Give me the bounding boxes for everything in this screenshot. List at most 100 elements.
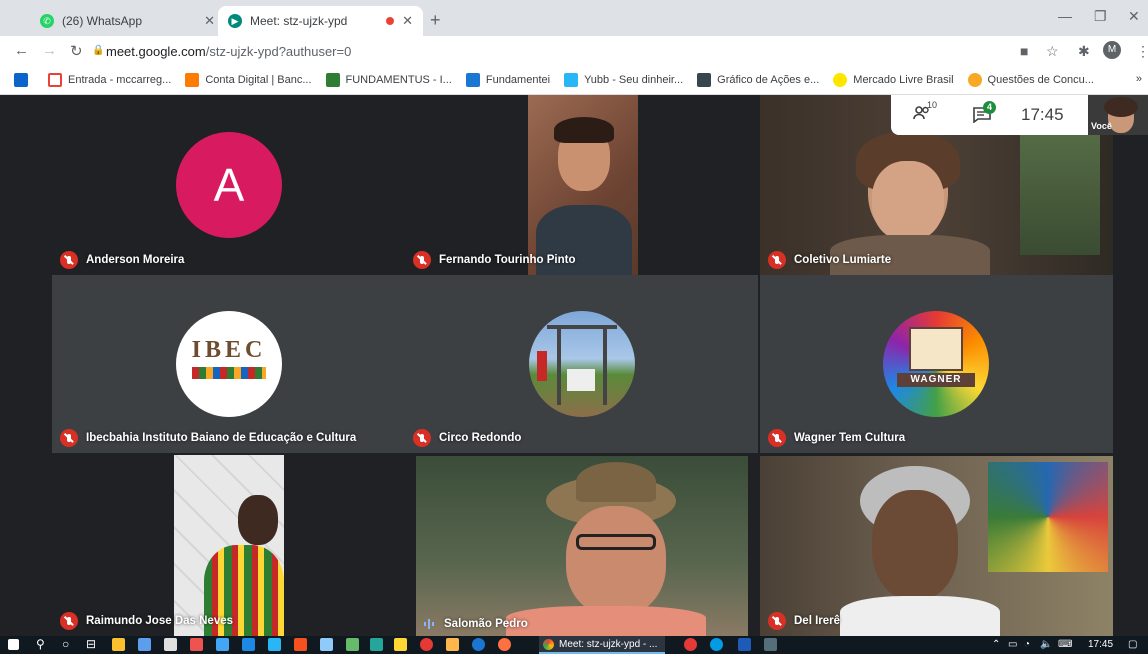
bookmark-label: Yubb - Seu dinheir... [584, 74, 684, 86]
close-window-button[interactable]: ✕ [1128, 8, 1140, 25]
notifications-icon[interactable]: ▢ [1128, 639, 1137, 650]
minimize-button[interactable]: — [1058, 8, 1072, 24]
extensions-icon[interactable]: ✱ [1078, 43, 1090, 60]
browser-tab-strip: ✆ (26) WhatsApp ✕ ▶ Meet: stz-ujzk-ypd ✕… [0, 0, 1148, 36]
edge-icon[interactable] [472, 638, 485, 651]
restore-button[interactable]: ❐ [1094, 8, 1107, 25]
participant-name: Fernando Tourinho Pinto [439, 254, 576, 266]
participant-tile[interactable]: IBEC Ibecbahia Instituto Baiano de Educa… [52, 275, 405, 453]
file-explorer-icon[interactable] [394, 638, 407, 651]
tray-chevron-icon[interactable]: ⌃ [992, 639, 1000, 650]
windows-start-icon[interactable] [8, 639, 19, 650]
address-bar[interactable]: meet.google.com/stz-ujzk-ypd?authuser=0 [106, 44, 351, 59]
participant-name-tag: Coletivo Lumiarte [768, 251, 891, 269]
participant-name: Wagner Tem Cultura [794, 432, 906, 444]
app-icon[interactable] [138, 638, 151, 651]
store-icon[interactable] [164, 638, 177, 651]
app-icon[interactable] [294, 638, 307, 651]
screen: ✆ (26) WhatsApp ✕ ▶ Meet: stz-ujzk-ypd ✕… [0, 0, 1148, 654]
app-icon[interactable] [216, 638, 229, 651]
chrome-icon [543, 638, 554, 650]
search-icon[interactable]: ⚲ [36, 637, 45, 651]
participant-name-tag: Raimundo Jose Das Neves [60, 612, 233, 630]
participant-name: Del Irerê [794, 615, 841, 627]
taskbar-clock[interactable]: 17:45 [1088, 639, 1113, 650]
firefox-icon[interactable] [498, 638, 511, 651]
volume-icon[interactable]: 🔈 [1040, 639, 1052, 650]
mic-off-icon [768, 612, 786, 630]
meet-grid: A Anderson Moreira Fernando Tourinho Pin… [0, 95, 1148, 636]
recording-icon [386, 17, 395, 25]
participants-button[interactable]: 10 [913, 100, 937, 125]
profile-avatar[interactable]: M [1103, 41, 1121, 59]
url-path: /stz-ujzk-ypd?authuser=0 [205, 44, 352, 59]
app-icon[interactable] [346, 638, 359, 651]
app-icon[interactable] [370, 638, 383, 651]
gmail-icon [48, 73, 62, 87]
windows-taskbar: ⚲ ○ ⊟ Meet: stz-ujzk-ypd - ... ⌃ ▭ ◔ 🔈 ⌨… [0, 636, 1148, 654]
participant-name: Circo Redondo [439, 432, 522, 444]
more-bookmarks-button[interactable]: » [1136, 73, 1142, 85]
participant-name: Coletivo Lumiarte [794, 254, 892, 266]
taskbar-window-title: Meet: stz-ujzk-ypd - ... [559, 638, 658, 650]
forward-button[interactable]: → [42, 42, 57, 59]
app-icon[interactable] [446, 638, 459, 651]
tab-meet[interactable]: ▶ Meet: stz-ujzk-ypd ✕ [218, 6, 423, 36]
participant-tile[interactable]: WAGNER Wagner Tem Cultura [760, 275, 1113, 453]
new-tab-button[interactable]: + [430, 10, 441, 31]
keyboard-icon[interactable]: ⌨ [1058, 639, 1072, 650]
bookmark-fundamentei[interactable]: Fundamentei [465, 73, 550, 87]
back-button[interactable]: ← [14, 42, 29, 59]
participant-name: Anderson Moreira [86, 254, 185, 266]
chat-button[interactable]: 4 [973, 101, 996, 124]
sticky-notes-icon[interactable] [112, 638, 125, 651]
bookmark-graficos[interactable]: Gráfico de Ações e... [697, 73, 819, 87]
app-icon[interactable] [764, 638, 777, 651]
mic-off-icon [60, 612, 78, 630]
menu-icon[interactable]: ⋮ [1136, 43, 1148, 60]
bookmark-yubb[interactable]: Yubb - Seu dinheir... [564, 73, 683, 87]
video-feed [528, 95, 638, 275]
skype-icon[interactable] [710, 638, 723, 651]
bookmark-mercadolivre[interactable]: Mercado Livre Brasil [833, 73, 954, 87]
participant-name-tag: Salomão Pedro [424, 618, 528, 630]
yubb-icon [564, 73, 579, 87]
participant-tile[interactable]: Raimundo Jose Das Neves [52, 453, 405, 636]
opera-icon[interactable] [684, 638, 697, 651]
cortana-icon[interactable]: ○ [62, 637, 69, 651]
inter-icon [185, 73, 200, 87]
camera-icon[interactable]: ■ [1020, 43, 1028, 59]
self-view[interactable]: Você [1088, 95, 1148, 135]
bookmark-banco[interactable]: Conta Digital | Banc... [185, 73, 312, 87]
reload-button[interactable]: ↻ [70, 42, 83, 60]
bookmark-label: Entrada - mccarreg... [68, 74, 172, 86]
participant-tile[interactable]: Del Irerê [760, 456, 1113, 636]
close-icon[interactable]: ✕ [402, 13, 413, 29]
tab-whatsapp[interactable]: ✆ (26) WhatsApp ✕ [30, 6, 225, 36]
bookmark-outlook[interactable] [14, 73, 34, 87]
star-icon[interactable]: ☆ [1046, 43, 1059, 60]
participant-tile[interactable]: Circo Redondo [405, 275, 758, 453]
app-icon[interactable] [242, 638, 255, 651]
participant-tile[interactable]: A Anderson Moreira [52, 95, 405, 275]
bookmark-fundamentus[interactable]: FUNDAMENTUS - I... [325, 73, 452, 87]
participant-tile[interactable]: Fernando Tourinho Pinto [405, 95, 758, 275]
task-view-icon[interactable]: ⊟ [86, 637, 96, 651]
taskbar-chrome-window[interactable]: Meet: stz-ujzk-ypd - ... [539, 636, 665, 654]
circo-photo [529, 311, 635, 417]
bookmark-label: Mercado Livre Brasil [853, 74, 954, 86]
bookmark-questoes[interactable]: Questões de Concu... [967, 73, 1094, 87]
word-icon[interactable] [738, 638, 751, 651]
app-icon[interactable] [320, 638, 333, 651]
tab-title: Meet: stz-ujzk-ypd [250, 14, 348, 28]
logo-text: WAGNER [897, 373, 975, 387]
battery-icon: ▭ [1008, 639, 1018, 650]
close-icon[interactable]: ✕ [204, 13, 215, 29]
questoes-icon [967, 73, 982, 87]
network-icon[interactable]: ◔ [1024, 639, 1030, 650]
app-icon[interactable] [190, 638, 203, 651]
app-icon[interactable] [420, 638, 433, 651]
app-icon[interactable] [268, 638, 281, 651]
bookmark-gmail[interactable]: Entrada - mccarreg... [48, 73, 171, 87]
participant-tile[interactable]: Salomão Pedro [416, 456, 748, 636]
